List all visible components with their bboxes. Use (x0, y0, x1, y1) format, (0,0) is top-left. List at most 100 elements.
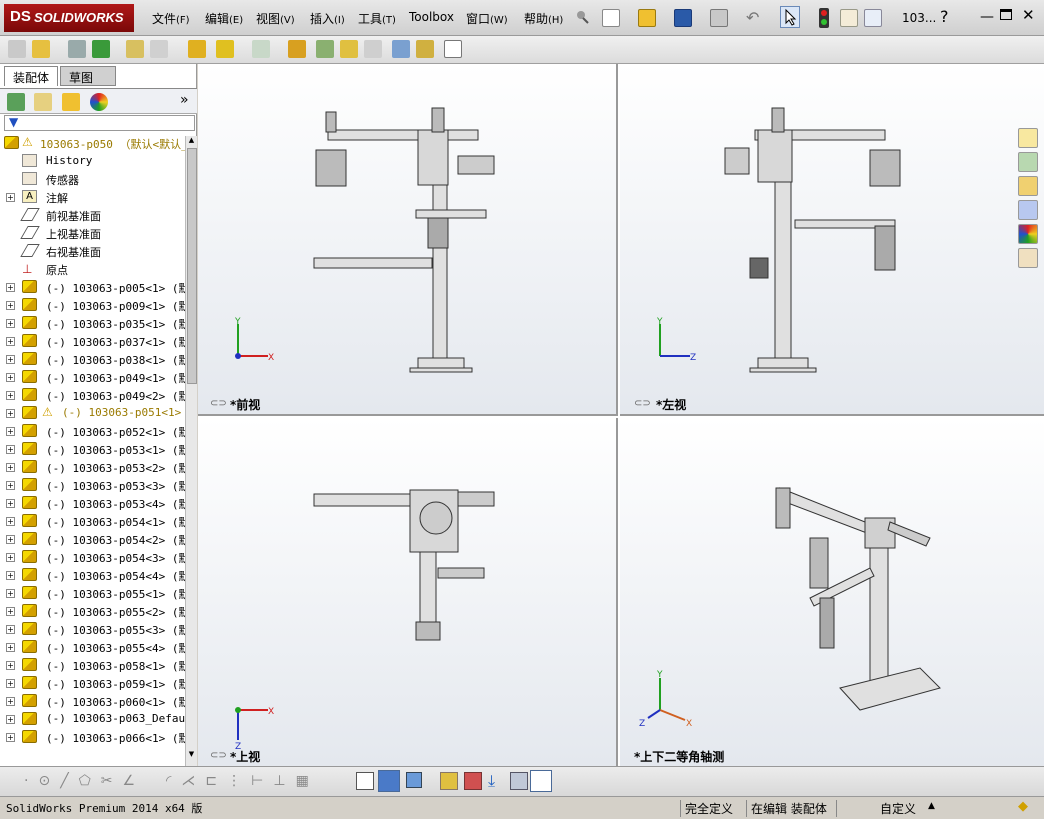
expand-icon[interactable]: + (6, 373, 15, 382)
tree-item[interactable]: + (-) 103063-p049<1> (默认 (0, 368, 186, 386)
expand-icon[interactable]: + (6, 643, 15, 652)
tree-item[interactable]: + (-) 103063-p055<1> (默认 (0, 584, 186, 602)
expand-icon[interactable]: + (6, 355, 15, 364)
scroll-down-icon[interactable]: ▼ (187, 750, 196, 760)
undo-icon[interactable]: ↶ (746, 8, 759, 27)
menu-insert[interactable]: 插入(I) (310, 10, 345, 27)
tag-icon[interactable]: ◆ (1018, 799, 1028, 814)
move-triad-icon[interactable]: ⤓ (488, 771, 495, 791)
tab-sketch[interactable]: 草图 (60, 66, 116, 86)
tree-item[interactable]: + (-) 103063-p059<1> (默认 (0, 674, 186, 692)
tree-item[interactable]: + (-) 103063-p054<4> (默认 (0, 566, 186, 584)
tree-item[interactable]: + (-) 103063-p053<3> (默认 (0, 476, 186, 494)
tree-item[interactable]: + (-) 103063-p054<1> (默认 (0, 512, 186, 530)
custom-properties-icon[interactable] (1018, 248, 1038, 268)
tree-item[interactable]: 传感器 (0, 170, 186, 188)
file-properties-icon[interactable] (840, 9, 858, 27)
explode-line-sketch-icon[interactable] (364, 40, 382, 58)
file-explorer-icon[interactable] (1018, 176, 1038, 196)
display-manager-icon[interactable] (90, 93, 108, 111)
menu-toolbox[interactable]: Toolbox (409, 10, 454, 24)
edit-component-icon[interactable] (8, 40, 26, 58)
expand-icon[interactable]: + (6, 697, 15, 706)
maximize-window-icon[interactable] (1000, 9, 1012, 20)
tab-assembly[interactable]: 装配体 (4, 66, 59, 86)
linear-pattern-icon[interactable] (92, 40, 110, 58)
units-dropdown-icon[interactable]: ▲ (928, 801, 935, 811)
expand-icon[interactable]: + (6, 409, 15, 418)
tree-item[interactable]: + (-) 103063-p053<2> (默认 (0, 458, 186, 476)
smart-fasteners-icon[interactable] (126, 40, 144, 58)
extend-icon[interactable]: ∠ (123, 773, 146, 789)
grid-icon[interactable]: ▦ (296, 773, 319, 789)
mate-icon[interactable] (68, 40, 86, 58)
expand-icon[interactable]: + (6, 679, 15, 688)
interference-detection-icon[interactable] (392, 40, 410, 58)
tree-item[interactable]: + (-) 103063-p055<3> (默认 (0, 620, 186, 638)
view-palette-icon[interactable] (1018, 200, 1038, 220)
select-pointer-icon[interactable] (780, 6, 800, 28)
expand-icon[interactable]: + (6, 553, 15, 562)
tree-item[interactable]: + (-) 103063-p037<1> (默认 (0, 332, 186, 350)
view-link-icon[interactable]: ⊂⊃ (210, 398, 227, 409)
menu-file[interactable]: 文件(F) (152, 10, 190, 27)
mirror-icon[interactable]: ⋮ (227, 773, 251, 789)
expand-icon[interactable]: + (6, 481, 15, 490)
open-folder-icon[interactable] (638, 9, 656, 27)
print-icon[interactable] (710, 9, 728, 27)
instant3d-icon[interactable] (444, 40, 462, 58)
tree-item[interactable]: + (-) 103063-p052<1> (默认 (0, 422, 186, 440)
assembly-features-icon[interactable] (216, 40, 234, 58)
tree-item[interactable]: + (-) 103063-p066<1> (默认 (0, 728, 186, 746)
propertymanager-icon[interactable] (34, 93, 52, 111)
tree-item[interactable]: 上视基准面 (0, 224, 186, 242)
tree-item[interactable]: + (-) 103063-p053<1> (默认 (0, 440, 186, 458)
origin-view-icon[interactable] (510, 772, 528, 790)
display-mode-icon[interactable] (406, 772, 422, 788)
menu-view[interactable]: 视图(V) (256, 10, 295, 27)
graphics-area[interactable]: ⌕ ⌕ ↺ ◎ ◫ ◫ ▁ ❐ ✕ (198, 64, 1044, 766)
tree-item[interactable]: + (-) 103063-p063_Default (0, 710, 186, 728)
expand-icon[interactable]: + (6, 427, 15, 436)
exploded-lines-icon[interactable] (464, 772, 482, 790)
design-library-icon[interactable] (1018, 152, 1038, 172)
solidworks-logo[interactable]: DS SOLIDWORKS (4, 4, 134, 32)
new-motion-study-icon[interactable] (288, 40, 306, 58)
pin-icon[interactable] (574, 9, 590, 25)
menu-edit[interactable]: 编辑(E) (205, 10, 243, 27)
tree-scrollbar[interactable]: ▲ ▼ (185, 136, 197, 766)
table-icon[interactable] (530, 770, 552, 792)
shaded-display-icon[interactable] (378, 770, 400, 792)
tree-item[interactable]: + (-) 103063-p005<1> (默认 (0, 278, 186, 296)
tree-root[interactable]: ⚠ 103063-p050 （默认<默认_ (0, 134, 186, 152)
expand-icon[interactable]: + (6, 463, 15, 472)
expand-icon[interactable]: + (6, 715, 15, 724)
viewport-top[interactable]: X Z ⊂⊃ *上视 (198, 418, 618, 766)
viewport-isometric[interactable]: Y X Z *上下二等角轴测 (620, 418, 1044, 766)
viewport-left[interactable]: Y Z ⊂⊃ *左视 (620, 64, 1044, 416)
reference-geometry-icon[interactable] (252, 40, 270, 58)
tree-item[interactable]: + (-) 103063-p053<4> (默认 (0, 494, 186, 512)
expand-icon[interactable]: + (6, 661, 15, 670)
tree-item[interactable]: 前视基准面 (0, 206, 186, 224)
appearances-icon[interactable] (1018, 224, 1038, 244)
expand-icon[interactable]: + (6, 625, 15, 634)
clearance-verification-icon[interactable] (416, 40, 434, 58)
tree-item[interactable]: + (-) 103063-p035<1> (默认 (0, 314, 186, 332)
smart-dimension-icon[interactable]: ⊢ (251, 773, 273, 789)
featuremanager-tree-icon[interactable] (7, 93, 25, 111)
tree-item[interactable]: + (-) 103063-p055<4> (默认 (0, 638, 186, 656)
offset-icon[interactable]: ⊏ (205, 773, 227, 789)
expand-icon[interactable]: + (6, 535, 15, 544)
expand-icon[interactable]: + (6, 337, 15, 346)
tree-item[interactable]: + (-) 103063-p060<1> (默认 (0, 692, 186, 710)
close-window-icon[interactable]: ✕ (1022, 6, 1035, 24)
smart-mates-icon[interactable] (440, 772, 458, 790)
solidworks-resources-icon[interactable] (1018, 128, 1038, 148)
expand-icon[interactable]: + (6, 193, 15, 202)
box-icon[interactable] (356, 772, 374, 790)
trim-icon[interactable]: ✂ (101, 773, 123, 789)
minimize-window-icon[interactable]: — (980, 9, 994, 25)
tree-item[interactable]: + ⚠ (-) 103063-p051<1> ( (0, 404, 186, 422)
relations-icon[interactable]: ⊥ (273, 773, 295, 789)
